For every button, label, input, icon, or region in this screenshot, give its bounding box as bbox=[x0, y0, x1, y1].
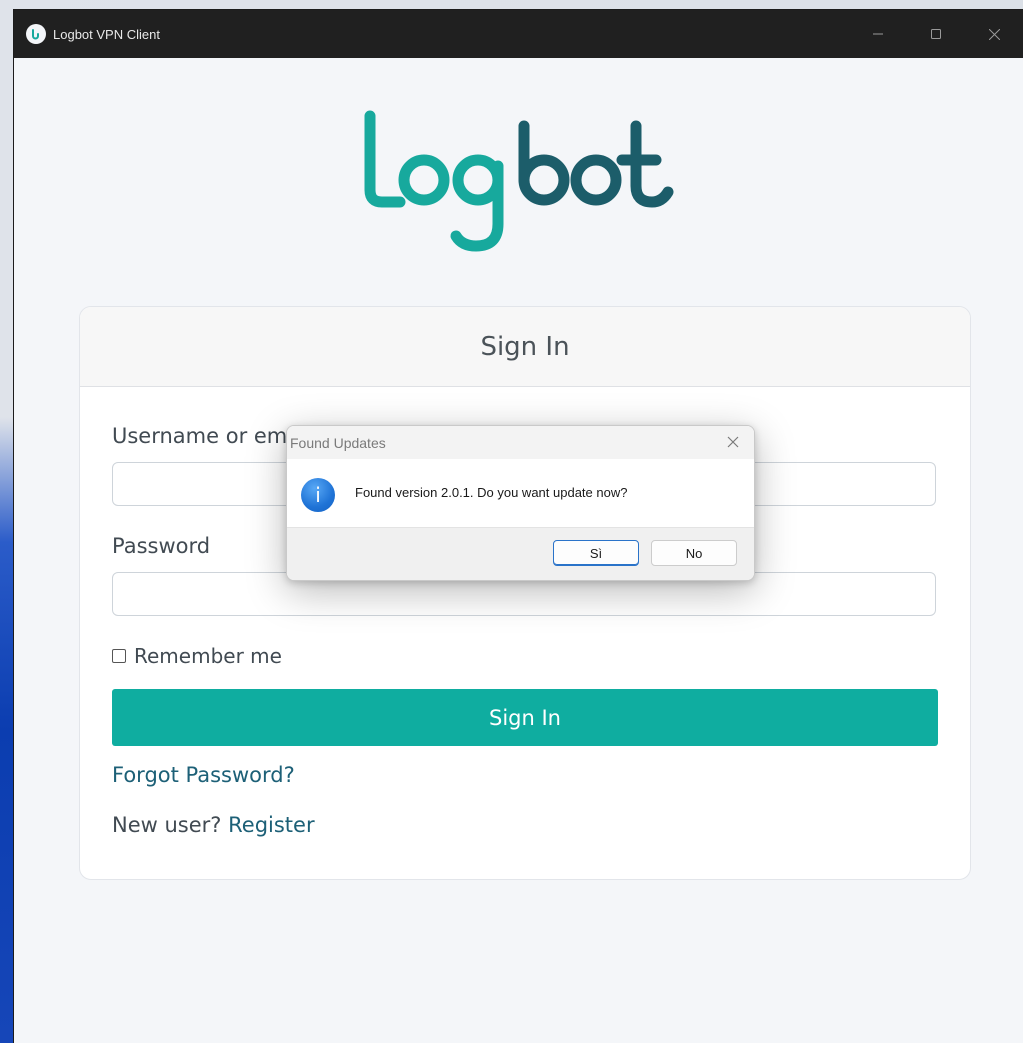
close-window-button[interactable] bbox=[965, 10, 1023, 58]
app-logo-icon bbox=[26, 24, 46, 44]
dialog-yes-button[interactable]: Sì bbox=[553, 540, 639, 566]
new-user-text: New user? bbox=[112, 813, 222, 837]
maximize-button[interactable] bbox=[907, 10, 965, 58]
dialog-message: Found version 2.0.1. Do you want update … bbox=[355, 485, 628, 500]
signin-card-header: Sign In bbox=[80, 307, 970, 387]
desktop-wallpaper bbox=[0, 0, 14, 1043]
info-icon: i bbox=[301, 478, 335, 512]
dialog-close-icon[interactable] bbox=[724, 433, 742, 451]
dialog-footer: Sì No bbox=[287, 527, 754, 580]
remember-me-checkbox[interactable] bbox=[112, 649, 126, 663]
window-title: Logbot VPN Client bbox=[53, 26, 160, 42]
minimize-button[interactable] bbox=[849, 10, 907, 58]
sign-in-button[interactable]: Sign In bbox=[112, 689, 938, 746]
remember-me[interactable]: Remember me bbox=[112, 644, 282, 668]
window-titlebar[interactable]: Logbot VPN Client bbox=[14, 10, 1023, 58]
dialog-title: Found Updates bbox=[290, 435, 386, 451]
dialog-body: i Found version 2.0.1. Do you want updat… bbox=[287, 459, 754, 527]
password-label: Password bbox=[112, 534, 211, 558]
dialog-no-button[interactable]: No bbox=[651, 540, 737, 566]
minimize-icon bbox=[873, 33, 883, 35]
close-icon bbox=[988, 28, 1000, 40]
register-link[interactable]: Register bbox=[228, 813, 314, 837]
forgot-password-link[interactable]: Forgot Password? bbox=[112, 763, 295, 787]
update-dialog: Found Updates i Found version 2.0.1. Do … bbox=[286, 425, 755, 581]
signin-card: Sign In Username or em Password Remember… bbox=[79, 306, 971, 880]
app-window: Logbot VPN Client Sign In Username or em… bbox=[14, 10, 1023, 1043]
window-controls bbox=[849, 10, 1023, 58]
dialog-titlebar[interactable]: Found Updates bbox=[287, 426, 754, 459]
remember-me-label: Remember me bbox=[134, 644, 282, 668]
username-label: Username or em bbox=[112, 424, 288, 448]
logbot-logo bbox=[360, 106, 690, 270]
new-user-row: New user? Register bbox=[112, 813, 315, 837]
maximize-icon bbox=[931, 29, 941, 39]
